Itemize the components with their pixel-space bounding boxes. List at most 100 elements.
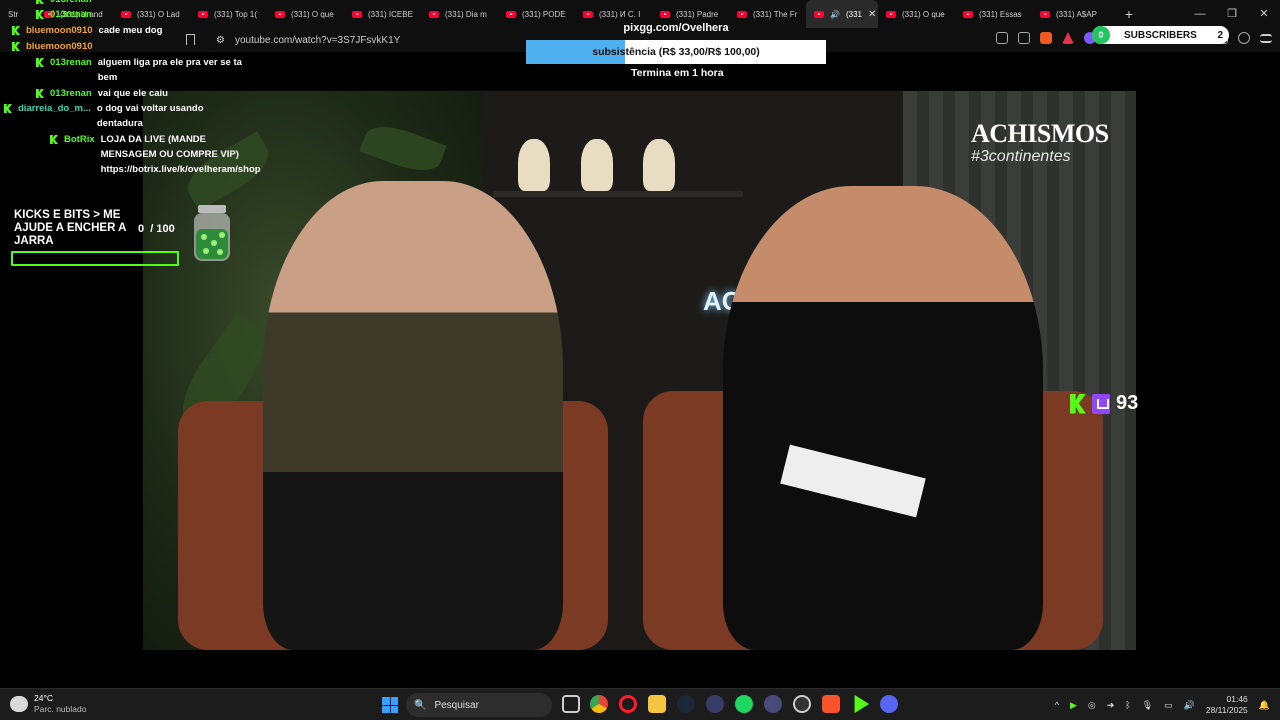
new-tab-button[interactable]: + <box>1119 6 1139 22</box>
tab-title: (331) O que <box>902 9 945 19</box>
pix-goal-timer: Termina em 1 hora <box>631 67 724 79</box>
maximize-button[interactable]: ❐ <box>1216 0 1248 28</box>
monkey-statue <box>518 139 550 191</box>
jar-goal-title: KICKS E BITS > ME AJUDE A ENCHER A JARRA <box>14 209 127 247</box>
clock[interactable]: 01:46 28/11/2025 <box>1206 694 1248 716</box>
audio-app-icon[interactable] <box>706 695 724 713</box>
tab-title: Str <box>8 9 19 19</box>
chat-text: alguem liga pra ele pra ver se ta bem <box>97 57 242 83</box>
youtube-icon <box>275 10 285 18</box>
video-player[interactable]: ACHISMOS ACHISMOS #3continentes <box>143 91 1136 650</box>
show-logo: ACHISMOS <box>971 119 1109 148</box>
viewer-counter: 93 <box>1070 392 1138 415</box>
browser-tab[interactable]: (331) Dia m <box>421 0 498 28</box>
pix-goal-bar: subsistência (R$ 33,00/R$ 100,00) <box>526 40 826 64</box>
tab-title: (331) O que <box>291 9 334 19</box>
close-tab-icon[interactable]: ✕ <box>868 9 876 20</box>
obs-icon[interactable] <box>793 695 811 713</box>
close-window-button[interactable]: ✕ <box>1248 0 1280 28</box>
tab-title: (331) И С. I <box>599 9 641 19</box>
chat-text: vai que ele caiu <box>97 88 168 99</box>
brave-icon[interactable] <box>822 695 840 713</box>
network-icon[interactable]: ▭ <box>1164 700 1173 711</box>
taskbar-search[interactable]: 🔍 Pesquisar <box>406 693 552 717</box>
clock-date: 28/11/2025 <box>1205 705 1248 715</box>
tray-arrow-icon[interactable]: ➜ <box>1107 700 1115 711</box>
tab-title: (331) PODE <box>522 9 566 19</box>
youtube-icon <box>506 10 516 18</box>
chat-username: 013renan <box>50 88 92 99</box>
jar-goal-count: 0 / 100 <box>138 223 175 235</box>
kick-icon <box>1070 393 1086 414</box>
subscribers-right-count: 2 <box>1217 29 1223 41</box>
youtube-icon <box>660 10 670 18</box>
chat-username: bluemoon0910 <box>26 25 93 36</box>
youtube-icon <box>1040 10 1050 18</box>
tab-title: (331) The Fr <box>753 9 798 19</box>
brave-shield-icon[interactable] <box>1040 32 1052 44</box>
chevron-up-icon[interactable]: ^ <box>1055 700 1059 710</box>
task-view-icon[interactable] <box>562 695 580 713</box>
browser-tab[interactable]: (331) A$AP <box>1032 0 1109 28</box>
media-player-icon[interactable] <box>854 695 869 713</box>
person-left <box>263 181 563 650</box>
chat-message: diarreia_do_m... o dog vai voltar usando … <box>4 101 242 131</box>
tab-title: (331) A$AP <box>1056 9 1097 19</box>
minimize-button[interactable]: — <box>1184 0 1216 28</box>
chrome-icon[interactable] <box>590 695 608 713</box>
youtube-icon <box>886 10 896 18</box>
kick-icon <box>12 26 20 35</box>
browser-tab[interactable]: (331) O que <box>878 0 955 28</box>
app-arrow-icon[interactable] <box>764 695 782 713</box>
cast-icon[interactable] <box>996 32 1008 44</box>
jar-progress-bar <box>11 251 179 266</box>
steam-icon[interactable] <box>677 695 695 713</box>
microphone-icon[interactable]: 🎙 <box>1142 700 1153 711</box>
tab-title: (331) ICEBE <box>368 9 413 19</box>
browser-tab[interactable]: (331) Essas <box>955 0 1032 28</box>
jar-icon <box>194 205 230 261</box>
youtube-icon <box>583 10 593 18</box>
windows-start-icon[interactable] <box>382 697 398 713</box>
tray-play-icon[interactable]: ▶ <box>1070 700 1077 711</box>
spotify-icon[interactable] <box>735 695 753 713</box>
brave-rewards-icon[interactable] <box>1062 32 1074 44</box>
chat-message: 013renan alguem liga pra ele pra ver se t… <box>36 55 243 85</box>
kick-icon <box>12 42 20 51</box>
subscribers-counter: 0 SUBSCRIBERS 2 <box>1092 26 1229 44</box>
kick-icon <box>50 135 58 144</box>
subscribers-left-count: 0 <box>1092 26 1110 44</box>
file-explorer-icon[interactable] <box>648 695 666 713</box>
bluetooth-icon[interactable]: ᛒ <box>1125 700 1130 710</box>
discord-icon[interactable] <box>880 695 898 713</box>
chat-username: 013renan <box>50 0 92 7</box>
shelf <box>493 191 743 197</box>
volume-icon[interactable]: 🔊 <box>1184 700 1195 711</box>
chat-username: 013renan <box>50 57 92 68</box>
chat-message: 013renan vai que ele caiu <box>36 86 243 101</box>
url-text: youtube.com/watch?v=3S7JFsvkK1Y <box>234 34 401 46</box>
clock-time: 01:46 <box>1226 694 1248 704</box>
menu-icon[interactable] <box>1260 33 1272 43</box>
chat-username: BotRix <box>64 134 95 145</box>
youtube-icon <box>963 10 973 18</box>
browser-tab[interactable]: (331) ICEBE <box>344 0 421 28</box>
notifications-icon[interactable]: 🔔 <box>1259 700 1270 711</box>
weather-temperature: 24°C <box>34 693 53 703</box>
viewer-count: 93 <box>1116 392 1139 414</box>
jar-goal: / 100 <box>150 223 175 235</box>
kick-icon <box>36 0 44 4</box>
tab-title: (331 <box>845 9 862 19</box>
share-icon[interactable] <box>1018 32 1030 44</box>
weather-widget[interactable]: 24°C Parc. nublado <box>10 693 86 715</box>
jar-current: 0 <box>138 223 145 235</box>
tray-app-icon[interactable]: ◎ <box>1088 700 1096 711</box>
pix-url: pixgg.com/Ovelhera <box>623 22 729 34</box>
taskbar-search-placeholder: Pesquisar <box>434 699 479 711</box>
browser-tab[interactable]: (331) O que <box>267 0 344 28</box>
tab-title: (331) Essas <box>979 9 1022 19</box>
kick-icon <box>4 104 12 113</box>
youtube-icon <box>352 10 362 18</box>
opera-icon[interactable] <box>619 695 637 713</box>
vpn-icon[interactable] <box>1238 32 1250 44</box>
